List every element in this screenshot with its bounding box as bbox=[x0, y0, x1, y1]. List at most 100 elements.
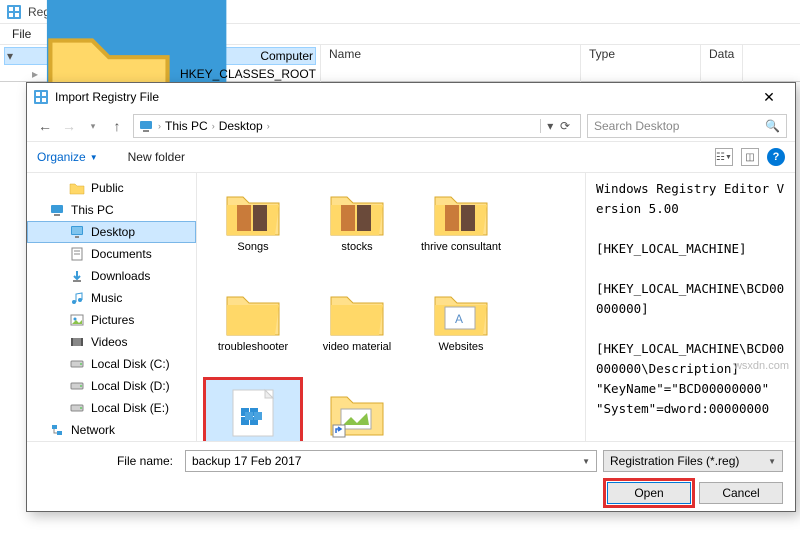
crumb-desktop[interactable]: Desktop bbox=[219, 119, 263, 133]
file-stocks[interactable]: stocks bbox=[309, 179, 405, 275]
file-thumb bbox=[327, 183, 387, 239]
col-type[interactable]: Type bbox=[581, 45, 701, 85]
search-placeholder: Search Desktop bbox=[594, 119, 679, 133]
sidebar-item-local-disk-c-[interactable]: Local Disk (C:) bbox=[27, 353, 196, 375]
sidebar: Public This PC Desktop Documents Downloads Mu… bbox=[27, 173, 197, 441]
pic-icon bbox=[69, 312, 85, 328]
nav-up[interactable]: ↑ bbox=[107, 116, 127, 136]
breadcrumb[interactable]: › This PC › Desktop › ▾ ⟳ bbox=[133, 114, 581, 138]
cancel-button[interactable]: Cancel bbox=[699, 482, 783, 504]
help-button[interactable]: ? bbox=[767, 148, 785, 166]
sidebar-item-label: Videos bbox=[91, 335, 127, 349]
sidebar-item-label: Local Disk (E:) bbox=[91, 401, 169, 415]
nav-recent[interactable]: ▾ bbox=[83, 116, 103, 136]
file-thumb bbox=[223, 384, 283, 440]
sidebar-item-label: Local Disk (D:) bbox=[91, 379, 170, 393]
col-name[interactable]: Name bbox=[321, 45, 581, 85]
sidebar-item-documents[interactable]: Documents bbox=[27, 243, 196, 265]
newfolder-button[interactable]: New folder bbox=[128, 150, 185, 164]
filename-label: File name: bbox=[39, 454, 179, 468]
chevron-down-icon: ▼ bbox=[768, 457, 776, 466]
net-icon bbox=[49, 422, 65, 438]
preview-pane: Windows Registry Editor Version 5.00 [HK… bbox=[585, 173, 795, 441]
crumb-drop[interactable]: ▾ bbox=[540, 119, 553, 133]
file-troubleshooter[interactable]: troubleshooter bbox=[205, 279, 301, 375]
filename-input[interactable]: backup 17 Feb 2017 ▼ bbox=[185, 450, 597, 472]
sidebar-item-label: This PC bbox=[71, 203, 114, 217]
filename-value: backup 17 Feb 2017 bbox=[192, 454, 301, 468]
sidebar-item-network[interactable]: Network bbox=[27, 419, 196, 441]
doc-icon bbox=[69, 246, 85, 262]
file-area[interactable]: Songs stocks thrive consultant troubleshoot… bbox=[197, 173, 585, 441]
sidebar-item-label: Local Disk (C:) bbox=[91, 357, 170, 371]
filter-label: Registration Files (*.reg) bbox=[610, 454, 739, 468]
sidebar-item-local-disk-d-[interactable]: Local Disk (D:) bbox=[27, 375, 196, 397]
file-label: Websites bbox=[438, 341, 483, 354]
folder-icon bbox=[69, 180, 85, 196]
file-documents-shortcut[interactable]: Documents - Shortcut bbox=[309, 379, 405, 441]
view-button[interactable]: ☷ ▼ bbox=[715, 148, 733, 166]
tree-child-label: HKEY_CLASSES_ROOT bbox=[180, 67, 316, 81]
sidebar-item-label: Desktop bbox=[91, 225, 135, 239]
disk-icon bbox=[69, 356, 85, 372]
crumb-pc[interactable]: This PC bbox=[165, 119, 208, 133]
file-thumb bbox=[223, 183, 283, 239]
pc-icon bbox=[138, 118, 154, 134]
dialog-title: Import Registry File bbox=[55, 90, 159, 104]
file-label: Songs bbox=[237, 241, 268, 254]
nav-forward[interactable]: → bbox=[59, 116, 79, 136]
music-icon bbox=[69, 290, 85, 306]
sidebar-item-label: Downloads bbox=[91, 269, 150, 283]
sidebar-item-this-pc[interactable]: This PC bbox=[27, 199, 196, 221]
file-label: troubleshooter bbox=[218, 341, 288, 354]
disk-icon bbox=[69, 378, 85, 394]
vid-icon bbox=[69, 334, 85, 350]
sidebar-item-label: Public bbox=[91, 181, 124, 195]
open-button[interactable]: Open bbox=[607, 482, 691, 504]
sidebar-item-label: Documents bbox=[91, 247, 152, 261]
sidebar-item-public[interactable]: Public bbox=[27, 177, 196, 199]
file-label: video material bbox=[323, 341, 391, 354]
file-thumb bbox=[327, 383, 387, 439]
close-button[interactable]: ✕ bbox=[749, 89, 789, 106]
sidebar-item-downloads[interactable]: Downloads bbox=[27, 265, 196, 287]
file-video-material[interactable]: video material bbox=[309, 279, 405, 375]
desktop-icon bbox=[69, 224, 85, 240]
nav-back[interactable]: ← bbox=[35, 116, 55, 136]
file-backup-17-feb-2017[interactable]: backup 17 Feb 2017 bbox=[205, 379, 301, 441]
dialog-icon bbox=[33, 89, 49, 105]
sidebar-item-label: Network bbox=[71, 423, 115, 437]
sidebar-item-videos[interactable]: Videos bbox=[27, 331, 196, 353]
disk-icon bbox=[69, 400, 85, 416]
search-input[interactable]: Search Desktop 🔍 bbox=[587, 114, 787, 138]
filetype-filter[interactable]: Registration Files (*.reg) ▼ bbox=[603, 450, 783, 472]
down-icon bbox=[69, 268, 85, 284]
preview-button[interactable]: ◫ bbox=[741, 148, 759, 166]
sidebar-item-label: Pictures bbox=[91, 313, 134, 327]
organize-button[interactable]: Organize▼ bbox=[37, 150, 98, 164]
file-thrive-consultant[interactable]: thrive consultant bbox=[413, 179, 509, 275]
file-websites[interactable]: A Websites bbox=[413, 279, 509, 375]
file-thumb bbox=[223, 283, 283, 339]
tree-root-label: Computer bbox=[260, 49, 313, 63]
search-icon: 🔍 bbox=[765, 119, 780, 133]
import-dialog: Import Registry File ✕ ← → ▾ ↑ › This PC… bbox=[26, 82, 796, 512]
chevron-down-icon: ▼ bbox=[582, 457, 590, 466]
sidebar-item-pictures[interactable]: Pictures bbox=[27, 309, 196, 331]
sidebar-item-label: Music bbox=[91, 291, 122, 305]
watermark: wsxdn.com bbox=[734, 360, 789, 372]
file-songs[interactable]: Songs bbox=[205, 179, 301, 275]
sidebar-item-music[interactable]: Music bbox=[27, 287, 196, 309]
tree-hkcr[interactable]: ▸ HKEY_CLASSES_ROOT bbox=[32, 65, 316, 83]
file-label: thrive consultant bbox=[421, 241, 501, 254]
col-data[interactable]: Data bbox=[701, 45, 743, 85]
refresh-icon[interactable]: ⟳ bbox=[560, 119, 570, 133]
file-thumb: A bbox=[431, 283, 491, 339]
svg-text:A: A bbox=[455, 312, 463, 326]
pc-icon bbox=[49, 202, 65, 218]
file-thumb bbox=[431, 183, 491, 239]
file-label: stocks bbox=[341, 241, 372, 254]
sidebar-item-local-disk-e-[interactable]: Local Disk (E:) bbox=[27, 397, 196, 419]
file-thumb bbox=[327, 283, 387, 339]
sidebar-item-desktop[interactable]: Desktop bbox=[27, 221, 196, 243]
